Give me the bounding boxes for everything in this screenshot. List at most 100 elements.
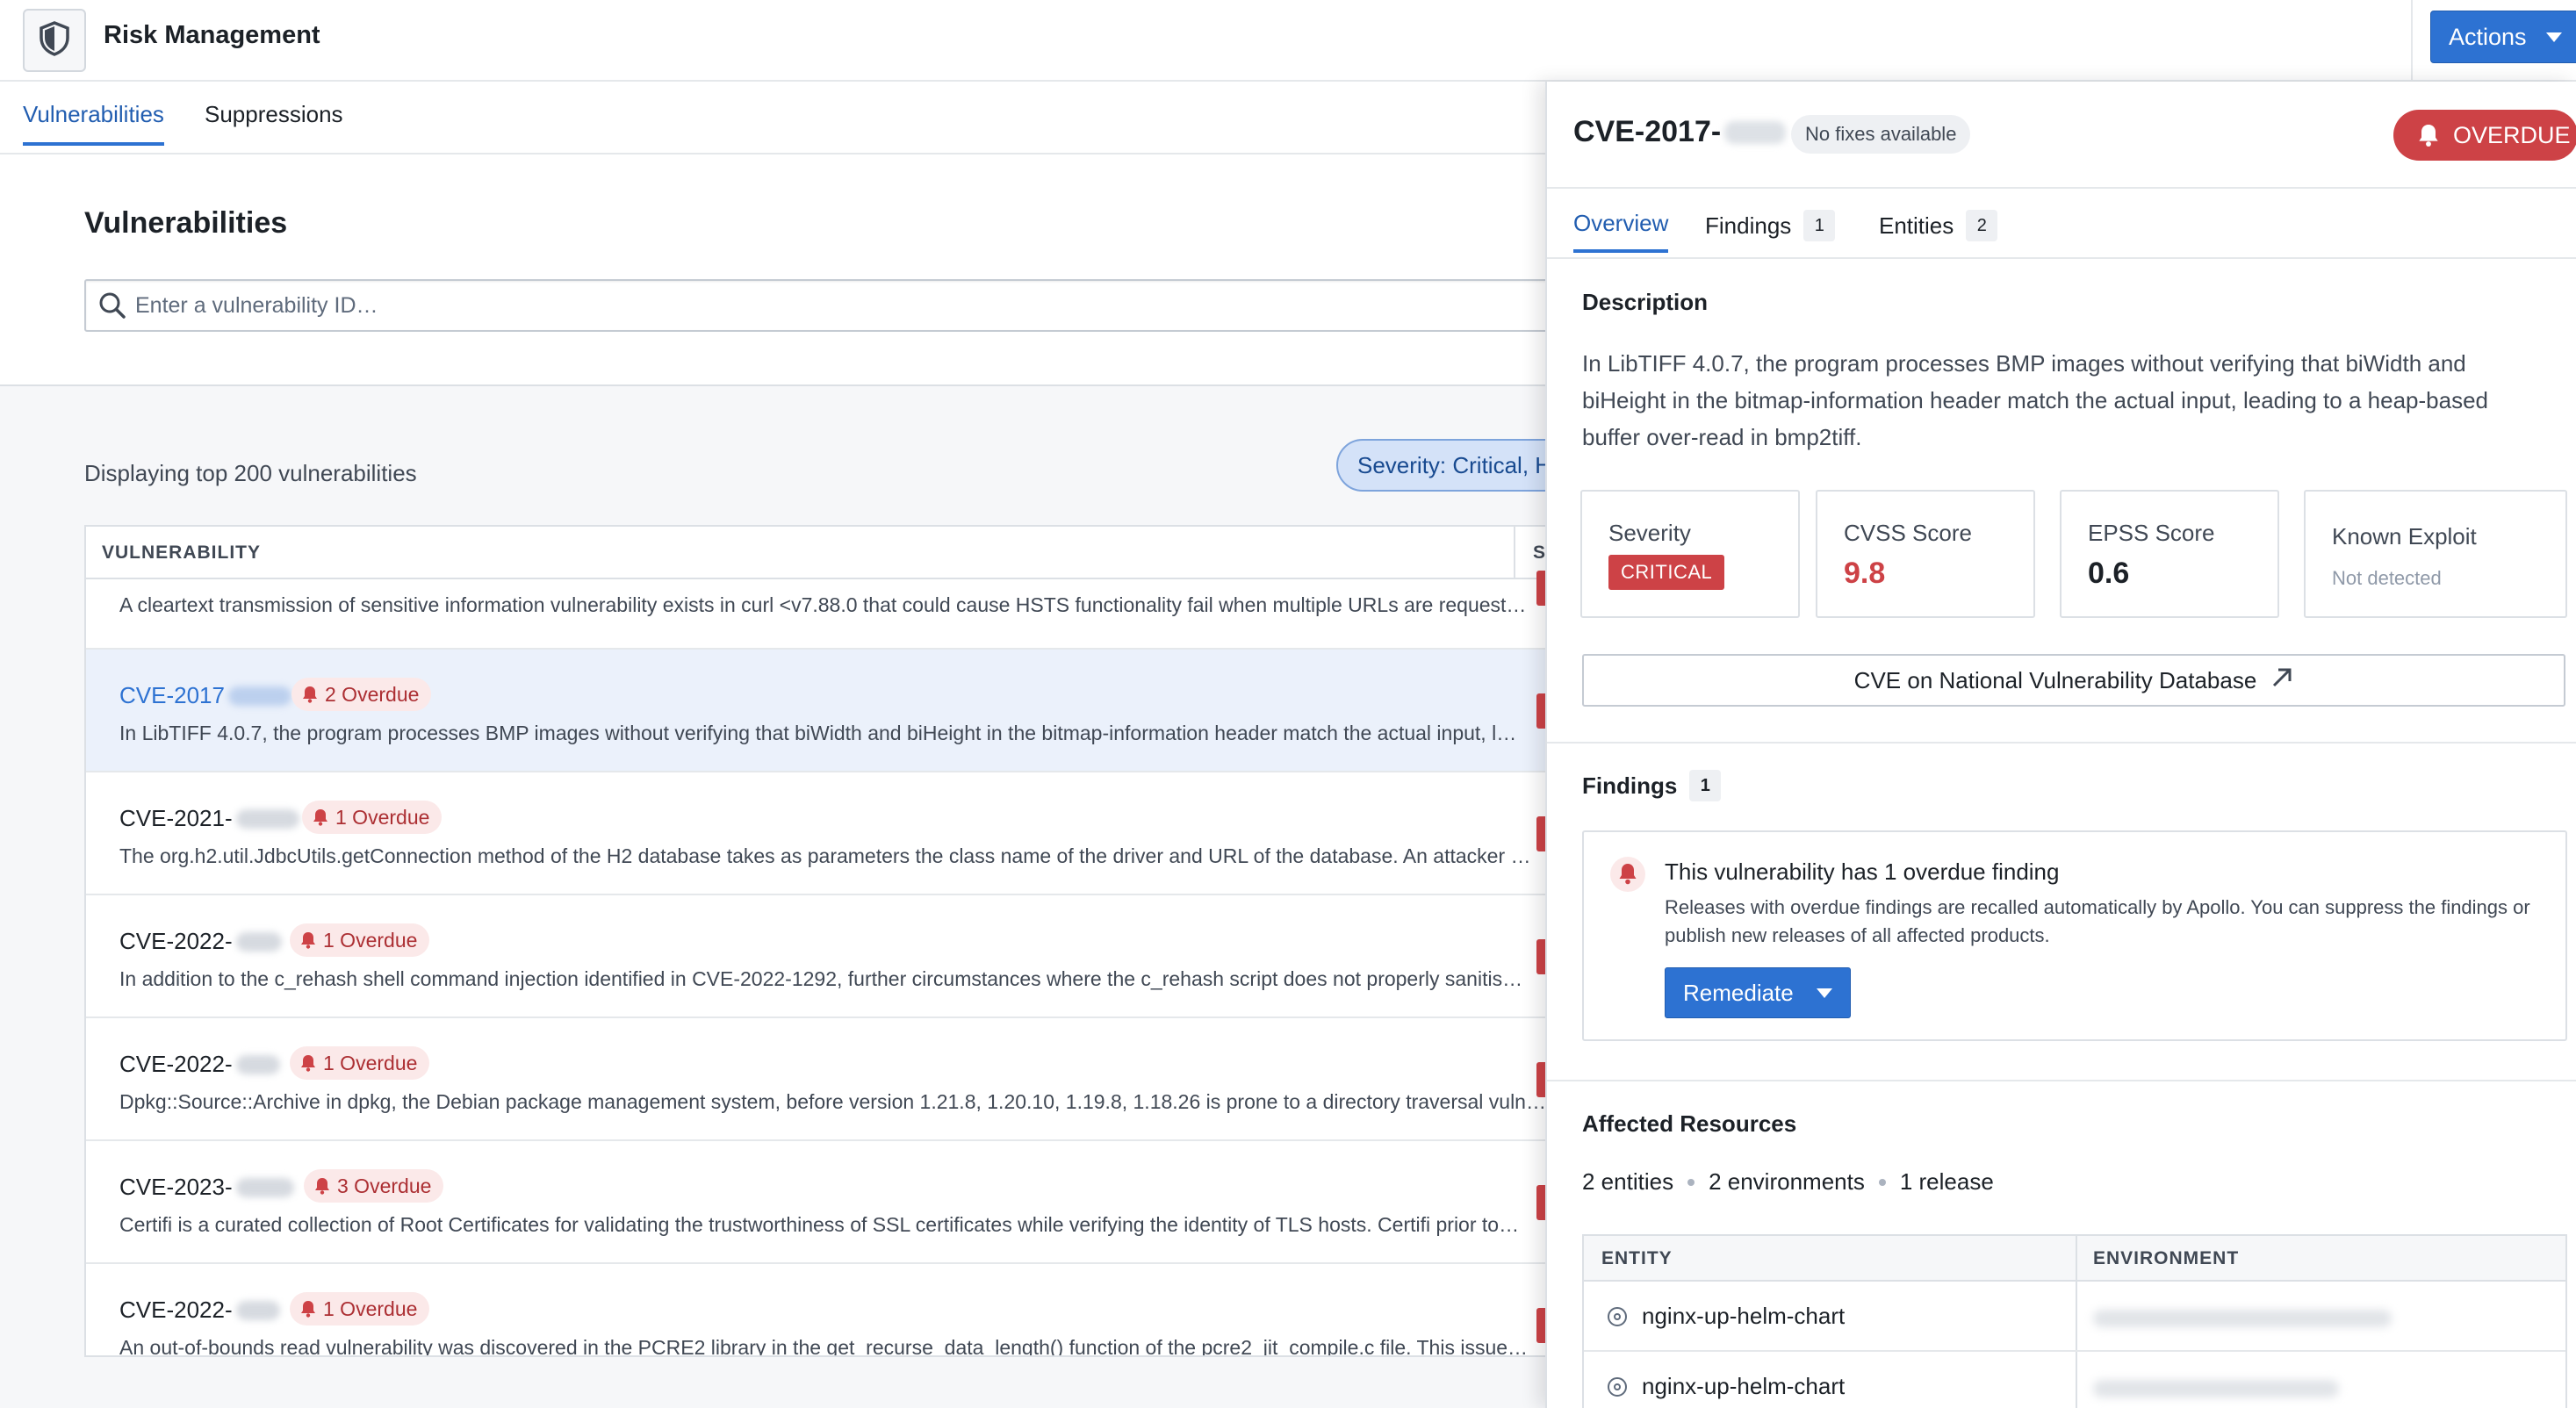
chevron-down-icon: [2545, 32, 2562, 42]
known-exploit-card: Known Exploit Not detected: [2304, 490, 2567, 618]
table-row[interactable]: CVE-2023- 3 Overdue Certifi is a curated…: [86, 1141, 1575, 1264]
resource-entity[interactable]: nginx-up-helm-chart: [1607, 1373, 1845, 1400]
remediate-button[interactable]: Remediate: [1665, 967, 1851, 1018]
table-row[interactable]: CVE-2017 2 Overdue In LibTIFF 4.0.7, the…: [86, 650, 1575, 772]
tab-vulnerabilities[interactable]: Vulnerabilities: [23, 101, 164, 146]
finding-body: Releases with overdue findings are recal…: [1665, 896, 2530, 946]
resource-entity[interactable]: nginx-up-helm-chart: [1607, 1303, 1845, 1330]
panel-header: CVE-2017- No fixes available OVERDUE: [1547, 82, 2576, 189]
search-icon: [98, 291, 126, 324]
overdue-tag: 1 Overdue: [290, 923, 430, 957]
resource-environment: [2093, 1380, 2339, 1397]
cvss-label: CVSS Score: [1844, 520, 1972, 546]
vulnerability-table: VULNERABILITY S A cleartext transmission…: [84, 525, 1577, 1357]
epss-value: 0.6: [2088, 557, 2130, 590]
column-header-entity[interactable]: ENTITY: [1601, 1248, 1673, 1269]
severity-card: Severity CRITICAL: [1580, 490, 1800, 618]
affected-stats: 2 entities 2 environments 1 release: [1582, 1168, 1994, 1196]
severity-tag: CRITICAL: [1608, 555, 1725, 590]
vulnerability-id[interactable]: CVE-2021-: [119, 805, 299, 832]
shield-icon: [39, 20, 70, 61]
vulnerabilities-header: Vulnerabilities: [0, 154, 1559, 386]
nvd-link-button[interactable]: CVE on National Vulnerability Database: [1582, 654, 2565, 707]
app-header: Risk Management Actions: [0, 0, 2576, 82]
entities-stat[interactable]: 2 entities: [1582, 1168, 1673, 1196]
resource-row[interactable]: nginx-up-helm-chart: [1584, 1352, 2565, 1408]
severity-label: Severity: [1608, 520, 1691, 546]
vulnerability-list-region: Displaying top 200 vulnerabilities Sever…: [0, 386, 1600, 1408]
panel-title: CVE-2017-: [1573, 115, 1787, 149]
actions-button[interactable]: Actions: [2430, 11, 2576, 63]
environments-stat[interactable]: 2 environments: [1709, 1168, 1865, 1196]
entity-icon: [1608, 1376, 1627, 1397]
tab-entities[interactable]: Entities 2: [1879, 210, 1998, 254]
table-header: VULNERABILITY S: [86, 527, 1575, 579]
tab-suppressions[interactable]: Suppressions: [205, 101, 343, 142]
table-row[interactable]: CVE-2021- 1 Overdue The org.h2.util.Jdbc…: [86, 772, 1575, 895]
epss-card: EPSS Score 0.6: [2060, 490, 2279, 618]
search-field[interactable]: [84, 279, 1559, 332]
bell-icon: [313, 809, 327, 826]
column-header-environment[interactable]: ENVIRONMENT: [2093, 1248, 2239, 1269]
section-divider: [1547, 1080, 2576, 1081]
cvss-value: 9.8: [1844, 557, 1886, 590]
vulnerability-detail-panel: CVE-2017- No fixes available OVERDUE Ove…: [1545, 82, 2576, 1408]
row-description: A cleartext transmission of sensitive in…: [119, 593, 1527, 616]
table-row[interactable]: CVE-2022- 1 Overdue In addition to the c…: [86, 895, 1575, 1018]
vulnerability-id[interactable]: CVE-2017: [119, 682, 291, 709]
findings-count-chip: 1: [1689, 770, 1722, 801]
chevron-down-icon: [1816, 988, 1832, 998]
affected-resources-heading: Affected Resources: [1582, 1110, 1797, 1137]
app-title: Risk Management: [104, 21, 320, 49]
bell-icon: [301, 932, 315, 949]
page-title: Vulnerabilities: [84, 206, 288, 240]
findings-count: 1: [1803, 210, 1836, 241]
external-link-icon: [2270, 666, 2293, 695]
known-exploit-value: Not detected: [2332, 567, 2442, 589]
tab-overview[interactable]: Overview: [1573, 210, 1669, 253]
row-description: Certifi is a curated collection of Root …: [119, 1213, 1520, 1236]
vulnerability-id[interactable]: CVE-2022-: [119, 928, 282, 955]
header-divider: [2411, 0, 2413, 82]
fix-status-tag: No fixes available: [1791, 115, 1971, 154]
resources-table-header: ENTITY ENVIRONMENT: [1584, 1236, 2565, 1282]
cvss-card: CVSS Score 9.8: [1816, 490, 2035, 618]
bell-icon: [303, 686, 317, 703]
bell-icon: [301, 1055, 315, 1072]
releases-stat[interactable]: 1 release: [1900, 1168, 1994, 1196]
column-header-vulnerability[interactable]: VULNERABILITY: [102, 542, 261, 564]
panel-tabs: Overview Findings 1 Entities 2: [1547, 189, 2576, 259]
bell-icon: [315, 1178, 329, 1195]
table-row[interactable]: CVE-2022- 1 Overdue An out-of-bounds rea…: [86, 1264, 1575, 1357]
entities-count: 2: [1966, 210, 1998, 241]
vulnerability-id[interactable]: CVE-2022-: [119, 1051, 280, 1078]
column-header-severity[interactable]: S: [1533, 542, 1546, 564]
search-input[interactable]: [135, 281, 1452, 330]
finding-headline: This vulnerability has 1 overdue finding: [1665, 858, 2060, 885]
app-logo[interactable]: [23, 9, 86, 72]
main-tabs: Vulnerabilities Suppressions: [0, 82, 1545, 154]
overdue-badge: OVERDUE: [2393, 110, 2576, 161]
known-exploit-label: Known Exploit: [2332, 523, 2477, 550]
table-row[interactable]: A cleartext transmission of sensitive in…: [86, 571, 1575, 650]
row-description: Dpkg::Source::Archive in dpkg, the Debia…: [119, 1090, 1546, 1113]
overdue-tag: 1 Overdue: [290, 1046, 430, 1080]
row-description: The org.h2.util.JdbcUtils.getConnection …: [119, 844, 1531, 867]
tab-findings[interactable]: Findings 1: [1705, 210, 1836, 254]
resource-row[interactable]: nginx-up-helm-chart: [1584, 1282, 2565, 1352]
actions-label: Actions: [2449, 23, 2527, 50]
row-description: In addition to the c_rehash shell comman…: [119, 967, 1523, 990]
description-heading: Description: [1582, 289, 1709, 315]
affected-resources-table: ENTITY ENVIRONMENT nginx-up-helm-chart n…: [1582, 1234, 2567, 1408]
bell-icon: [301, 1301, 315, 1318]
row-description: An out-of-bounds read vulnerability was …: [119, 1336, 1529, 1357]
overdue-tag: 1 Overdue: [302, 801, 443, 834]
vulnerability-id[interactable]: CVE-2022-: [119, 1297, 280, 1324]
result-count-label: Displaying top 200 vulnerabilities: [84, 460, 417, 486]
row-description: In LibTIFF 4.0.7, the program processes …: [119, 722, 1517, 744]
bell-icon: [1610, 857, 1645, 896]
vulnerability-id[interactable]: CVE-2023-: [119, 1174, 294, 1201]
description-text: In LibTIFF 4.0.7, the program processes …: [1582, 350, 2488, 450]
overdue-tag: 1 Overdue: [290, 1292, 430, 1325]
table-row[interactable]: CVE-2022- 1 Overdue Dpkg::Source::Archiv…: [86, 1018, 1575, 1141]
